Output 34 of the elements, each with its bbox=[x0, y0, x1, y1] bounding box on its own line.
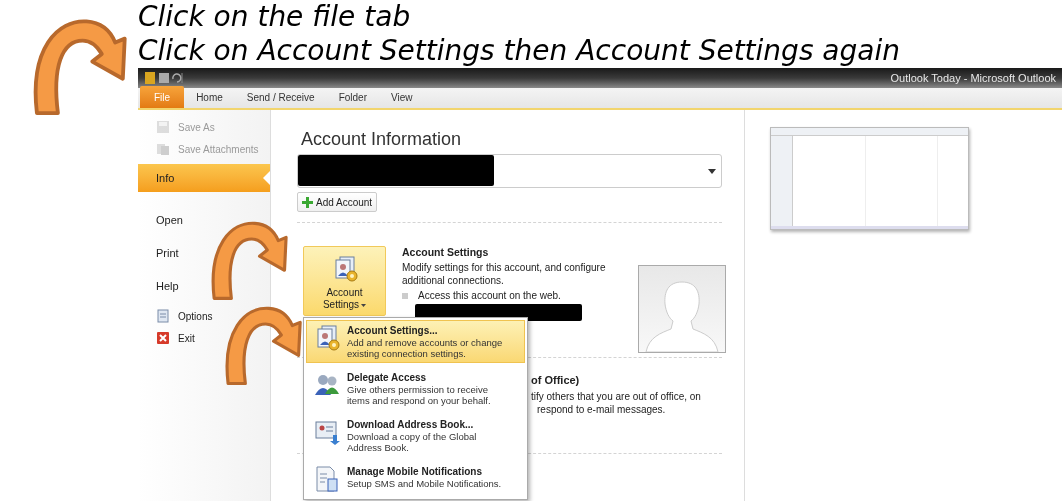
exit-icon bbox=[156, 331, 170, 345]
bullet-icon bbox=[402, 292, 408, 299]
caret-icon bbox=[361, 303, 367, 307]
dropdown-caret-icon bbox=[708, 168, 716, 174]
attachments-icon bbox=[156, 142, 170, 156]
web-access-link[interactable]: Access this account on the web. bbox=[418, 289, 561, 302]
document-icon bbox=[313, 465, 341, 493]
plus-icon bbox=[302, 196, 313, 208]
ribbon-tab[interactable]: Send / Receive bbox=[234, 86, 327, 108]
out-of-office-title: of Office) bbox=[531, 374, 581, 387]
out-of-office-text: respond to e-mail messages. bbox=[536, 403, 667, 416]
account-settings-button[interactable]: Account Settings bbox=[303, 246, 386, 316]
sidebar-item[interactable]: Open bbox=[138, 206, 189, 235]
quick-access-toolbar-icon bbox=[144, 71, 184, 85]
sidebar-item[interactable]: Info bbox=[138, 164, 270, 192]
window-title: Outlook Today - Microsoft Outlook bbox=[890, 70, 1056, 86]
account-dropdown[interactable] bbox=[297, 154, 722, 188]
out-of-office-text: tify others that you are out of office, on bbox=[531, 390, 702, 403]
sidebar-item[interactable]: Help bbox=[138, 272, 185, 301]
ribbon-tab[interactable]: Folder bbox=[326, 86, 379, 108]
options-icon bbox=[156, 309, 170, 323]
account-settings-title: Account Settings bbox=[402, 246, 490, 259]
instruction-text: Click on Account Settings then Account Settings again bbox=[138, 34, 900, 68]
sidebar-item[interactable]: Exit bbox=[138, 327, 201, 349]
sidebar-item[interactable]: Options bbox=[138, 305, 219, 327]
ribbon-tab[interactable]: Home bbox=[184, 86, 235, 108]
account-settings-description: Modify settings for this account, and configure additional connections. bbox=[402, 261, 607, 287]
sidebar-item[interactable]: Print bbox=[138, 239, 185, 268]
add-account-button[interactable]: Add Account bbox=[297, 192, 378, 212]
instruction-text: Click on the file tab bbox=[138, 0, 411, 34]
ribbon-tab[interactable]: View bbox=[379, 86, 425, 108]
save-icon bbox=[156, 120, 170, 134]
section-heading: Account Information bbox=[300, 128, 463, 150]
menu-item[interactable]: Account Settings... Add and remove accounts or change existing connection settings. bbox=[306, 320, 525, 363]
